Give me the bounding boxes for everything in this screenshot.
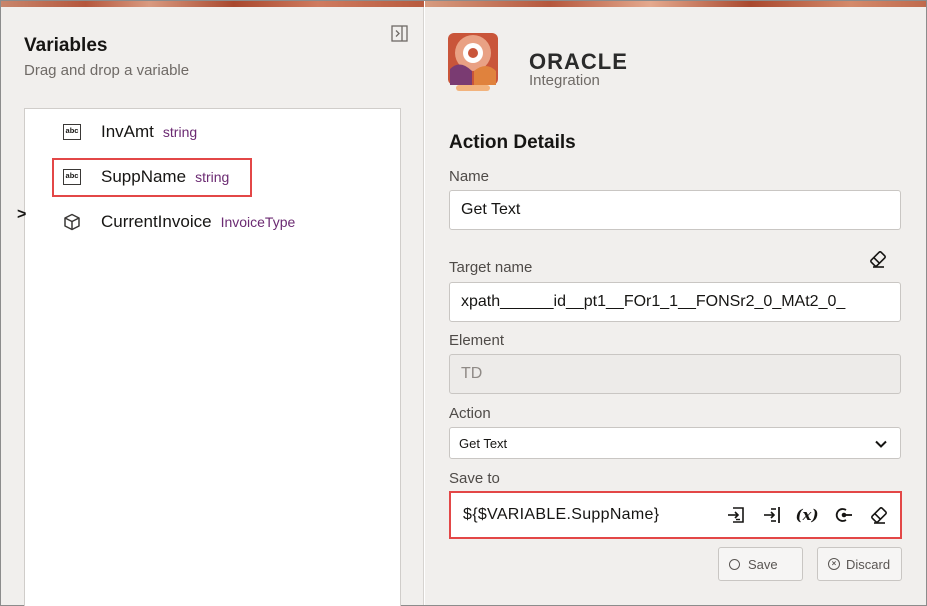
action-select[interactable]: Get Text bbox=[449, 427, 901, 459]
eraser-icon[interactable] bbox=[868, 504, 890, 526]
variables-subtitle: Drag and drop a variable bbox=[24, 62, 190, 79]
action-label: Action bbox=[449, 405, 491, 422]
circle-icon bbox=[729, 558, 740, 570]
action-details-panel: ORACLE Integration Action Details Name G… bbox=[425, 1, 926, 605]
variable-item-invamt[interactable]: abc InvAmt string bbox=[63, 117, 197, 147]
discard-button-label: Discard bbox=[846, 556, 891, 572]
decorative-banner bbox=[425, 1, 926, 7]
variable-name: CurrentInvoice bbox=[101, 212, 212, 231]
eraser-icon[interactable] bbox=[868, 249, 888, 269]
save-button[interactable]: Save bbox=[718, 547, 803, 581]
variables-title: Variables bbox=[24, 35, 108, 56]
brand-product: Integration bbox=[529, 72, 600, 89]
target-name-label: Target name bbox=[449, 259, 533, 276]
decorative-banner bbox=[1, 1, 424, 7]
expression-fx-icon[interactable]: (x) bbox=[795, 504, 818, 526]
variable-name: InvAmt bbox=[101, 122, 154, 141]
save-to-value: ${$VARIABLE.SuppName} bbox=[463, 506, 660, 523]
abc-string-icon: abc bbox=[63, 124, 81, 140]
section-title: Action Details bbox=[449, 132, 576, 153]
save-to-field[interactable]: ${$VARIABLE.SuppName} (x) bbox=[449, 491, 902, 539]
variable-item-currentinvoice[interactable]: CurrentInvoice InvoiceType bbox=[63, 207, 295, 237]
variable-type: string bbox=[162, 124, 198, 140]
expand-chevron-icon[interactable]: > bbox=[17, 206, 26, 224]
save-button-label: Save bbox=[748, 556, 778, 572]
oracle-integration-logo bbox=[448, 29, 498, 91]
discard-button[interactable]: × Discard bbox=[817, 547, 902, 581]
panel-collapse-icon[interactable] bbox=[391, 25, 408, 42]
highlight-box bbox=[52, 158, 252, 197]
target-name-field[interactable]: xpath______id__pt1__FOr1_1__FONSr2_0_MAt… bbox=[449, 282, 901, 322]
save-to-label: Save to bbox=[449, 470, 500, 487]
cube-object-icon bbox=[63, 213, 81, 231]
insert-variable-icon[interactable] bbox=[725, 504, 747, 526]
name-field[interactable]: Get Text bbox=[449, 190, 901, 230]
insert-list-icon[interactable] bbox=[761, 504, 783, 526]
close-circle-icon: × bbox=[828, 558, 840, 570]
variables-panel: Variables Drag and drop a variable abc I… bbox=[1, 1, 424, 606]
element-label: Element bbox=[449, 332, 505, 349]
element-field: TD bbox=[449, 354, 901, 394]
name-label: Name bbox=[449, 168, 490, 185]
chevron-down-icon bbox=[874, 437, 888, 451]
toggle-switch-icon[interactable] bbox=[833, 504, 855, 526]
action-select-value: Get Text bbox=[459, 435, 508, 451]
variable-type: InvoiceType bbox=[220, 214, 296, 230]
